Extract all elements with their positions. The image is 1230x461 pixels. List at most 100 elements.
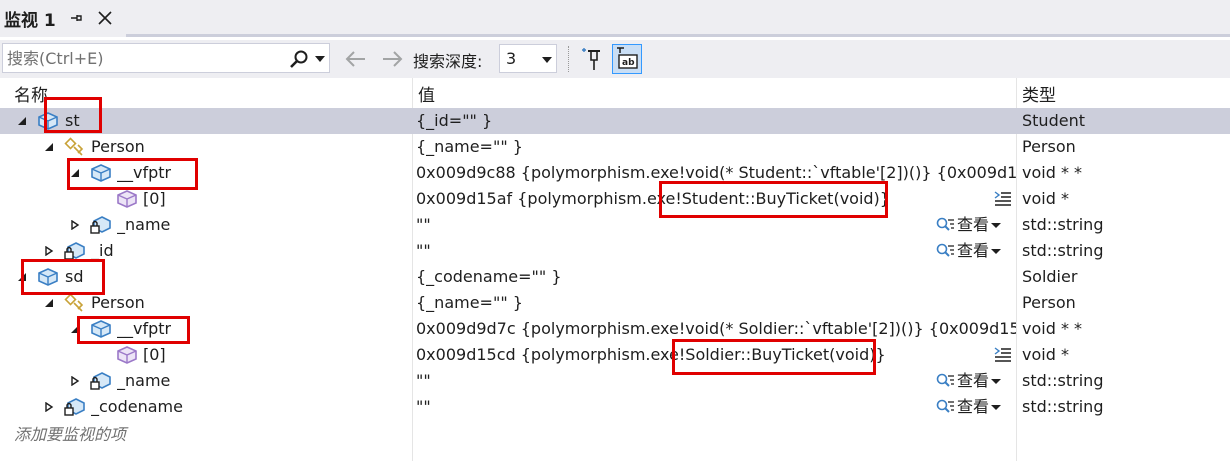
search-icon[interactable]: [289, 49, 309, 69]
row-value[interactable]: 0x009d9d7c {polymorphism.exe!void(* Sold…: [416, 316, 1016, 342]
collapse-arrow-icon[interactable]: [70, 168, 80, 178]
row-name: [0]: [143, 189, 166, 208]
column-header-name[interactable]: 名称: [14, 81, 48, 106]
table-row[interactable]: [0] 0x009d15cd {polymorphism.exe!Soldier…: [0, 342, 1230, 368]
table-row[interactable]: Person {_name="" } Person: [0, 134, 1230, 160]
row-name: sd: [65, 267, 84, 286]
hex-display-button[interactable]: ab: [612, 44, 642, 74]
forward-arrow-icon[interactable]: [380, 48, 404, 70]
add-watch-placeholder[interactable]: 添加要监视的项: [14, 422, 126, 448]
view-label: 查看: [957, 397, 990, 416]
pointer-icon: [117, 190, 137, 208]
table-row[interactable]: sd {_codename="" } Soldier: [0, 264, 1230, 290]
object-icon: [38, 112, 58, 130]
column-header-type[interactable]: 类型: [1022, 81, 1056, 106]
expand-arrow-icon[interactable]: [70, 376, 80, 386]
search-depth-value: 3: [506, 49, 517, 68]
base-class-icon: [64, 137, 84, 156]
row-type: std::string: [1022, 215, 1104, 234]
back-arrow-icon[interactable]: [344, 48, 368, 70]
row-type: std::string: [1022, 397, 1104, 416]
collapse-arrow-icon[interactable]: [70, 324, 80, 334]
tab-watch-1[interactable]: 监视 1: [0, 0, 126, 37]
table-row[interactable]: _id "" 查看 std::string: [0, 238, 1230, 264]
table-row[interactable]: Person {_name="" } Person: [0, 290, 1230, 316]
row-value[interactable]: 0x009d15cd {polymorphism.exe!Soldier::Bu…: [416, 342, 1016, 368]
row-name: _codename: [91, 397, 183, 416]
row-type: void * *: [1022, 163, 1083, 182]
row-type: std::string: [1022, 371, 1104, 390]
table-row[interactable]: __vfptr 0x009d9c88 {polymorphism.exe!voi…: [0, 160, 1230, 186]
row-type: Soldier: [1022, 267, 1078, 286]
collapse-arrow-icon[interactable]: [44, 142, 54, 152]
view-button[interactable]: 查看: [935, 212, 1005, 238]
column-header-value[interactable]: 值: [418, 81, 435, 106]
row-value[interactable]: "": [416, 212, 1016, 238]
tab-strip: 监视 1: [0, 0, 1230, 37]
table-row[interactable]: _name "" 查看 std::string: [0, 212, 1230, 238]
search-input[interactable]: [7, 47, 277, 69]
expand-arrow-icon[interactable]: [44, 246, 54, 256]
row-value[interactable]: {_name="" }: [416, 134, 1016, 160]
table-row[interactable]: [0] 0x009d15af {polymorphism.exe!Student…: [0, 186, 1230, 212]
text-visualizer-icon[interactable]: [993, 190, 1013, 208]
toolbar: 搜索深度: 3 ab: [0, 40, 1230, 78]
collapse-arrow-icon[interactable]: [17, 272, 27, 282]
chevron-down-icon: [542, 57, 552, 63]
row-value[interactable]: "": [416, 238, 1016, 264]
column-headers: 名称 值 类型: [0, 78, 1230, 107]
expand-arrow-icon[interactable]: [70, 220, 80, 230]
view-button[interactable]: 查看: [935, 238, 1005, 264]
text-visualizer-icon[interactable]: [993, 346, 1013, 364]
view-label: 查看: [957, 215, 990, 234]
private-field-icon: [64, 398, 85, 416]
magnifier-icon: [936, 217, 954, 231]
row-value[interactable]: "": [416, 394, 1016, 420]
tab-title: 监视 1: [4, 11, 56, 31]
expand-arrow-icon[interactable]: [44, 402, 54, 412]
row-type: Person: [1022, 293, 1076, 312]
row-name: _id: [91, 241, 114, 260]
row-name: __vfptr: [117, 163, 172, 182]
row-name: Person: [91, 137, 145, 156]
view-label: 查看: [957, 371, 990, 390]
row-type: void *: [1022, 345, 1069, 364]
row-value[interactable]: 0x009d9c88 {polymorphism.exe!void(* Stud…: [416, 160, 1016, 186]
row-value[interactable]: {_id="" }: [416, 108, 1016, 134]
table-row[interactable]: st {_id="" } Student: [0, 108, 1230, 134]
table-row[interactable]: _codename "" 查看 std::string: [0, 394, 1230, 420]
collapse-arrow-icon[interactable]: [44, 298, 54, 308]
row-type: std::string: [1022, 241, 1104, 260]
row-name: _name: [117, 371, 171, 390]
table-row[interactable]: _name "" 查看 std::string: [0, 368, 1230, 394]
table-row[interactable]: __vfptr 0x009d9d7c {polymorphism.exe!voi…: [0, 316, 1230, 342]
row-value[interactable]: {_name="" }: [416, 290, 1016, 316]
pin-icon[interactable]: [68, 10, 84, 26]
close-icon[interactable]: [96, 9, 114, 27]
row-type: void * *: [1022, 319, 1083, 338]
row-name: st: [65, 111, 80, 130]
row-value[interactable]: "": [416, 368, 1016, 394]
row-type: void *: [1022, 189, 1069, 208]
row-value[interactable]: 0x009d15af {polymorphism.exe!Student::Bu…: [416, 186, 1016, 212]
private-field-icon: [90, 372, 111, 390]
row-value[interactable]: {_codename="" }: [416, 264, 1016, 290]
row-name: _name: [117, 215, 171, 234]
hex-display-icon: ab: [617, 47, 638, 69]
search-depth-select[interactable]: 3: [499, 44, 557, 73]
collapse-arrow-icon[interactable]: [17, 116, 27, 126]
row-name: [0]: [143, 345, 166, 364]
view-button[interactable]: 查看: [935, 394, 1005, 420]
chevron-down-icon: [991, 249, 1002, 254]
row-type: Person: [1022, 137, 1076, 156]
toolbar-separator: [568, 46, 569, 72]
chevron-down-icon[interactable]: [315, 55, 325, 63]
magnifier-icon: [936, 243, 954, 257]
pin-watch-icon[interactable]: [580, 44, 608, 74]
private-field-icon: [90, 216, 111, 234]
add-watch-row[interactable]: 添加要监视的项: [0, 422, 1230, 448]
view-button[interactable]: 查看: [935, 368, 1005, 394]
row-name: __vfptr: [117, 319, 172, 338]
search-box: [2, 43, 330, 73]
field-icon: [91, 164, 111, 182]
